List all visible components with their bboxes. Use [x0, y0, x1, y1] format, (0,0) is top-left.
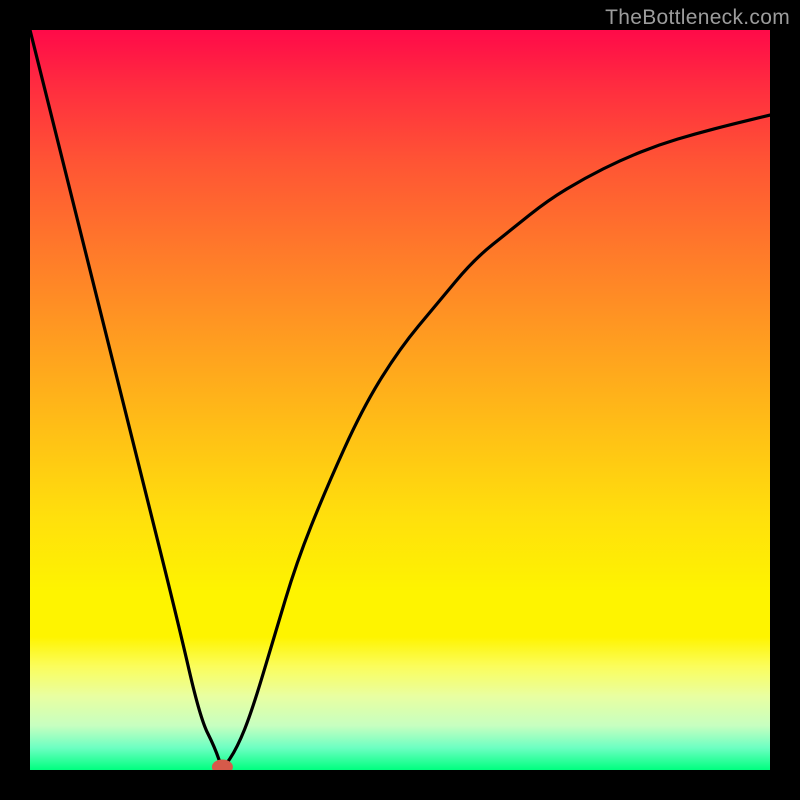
watermark-text: TheBottleneck.com	[605, 6, 790, 30]
chart-frame: TheBottleneck.com	[0, 0, 800, 800]
plot-area	[30, 30, 770, 770]
